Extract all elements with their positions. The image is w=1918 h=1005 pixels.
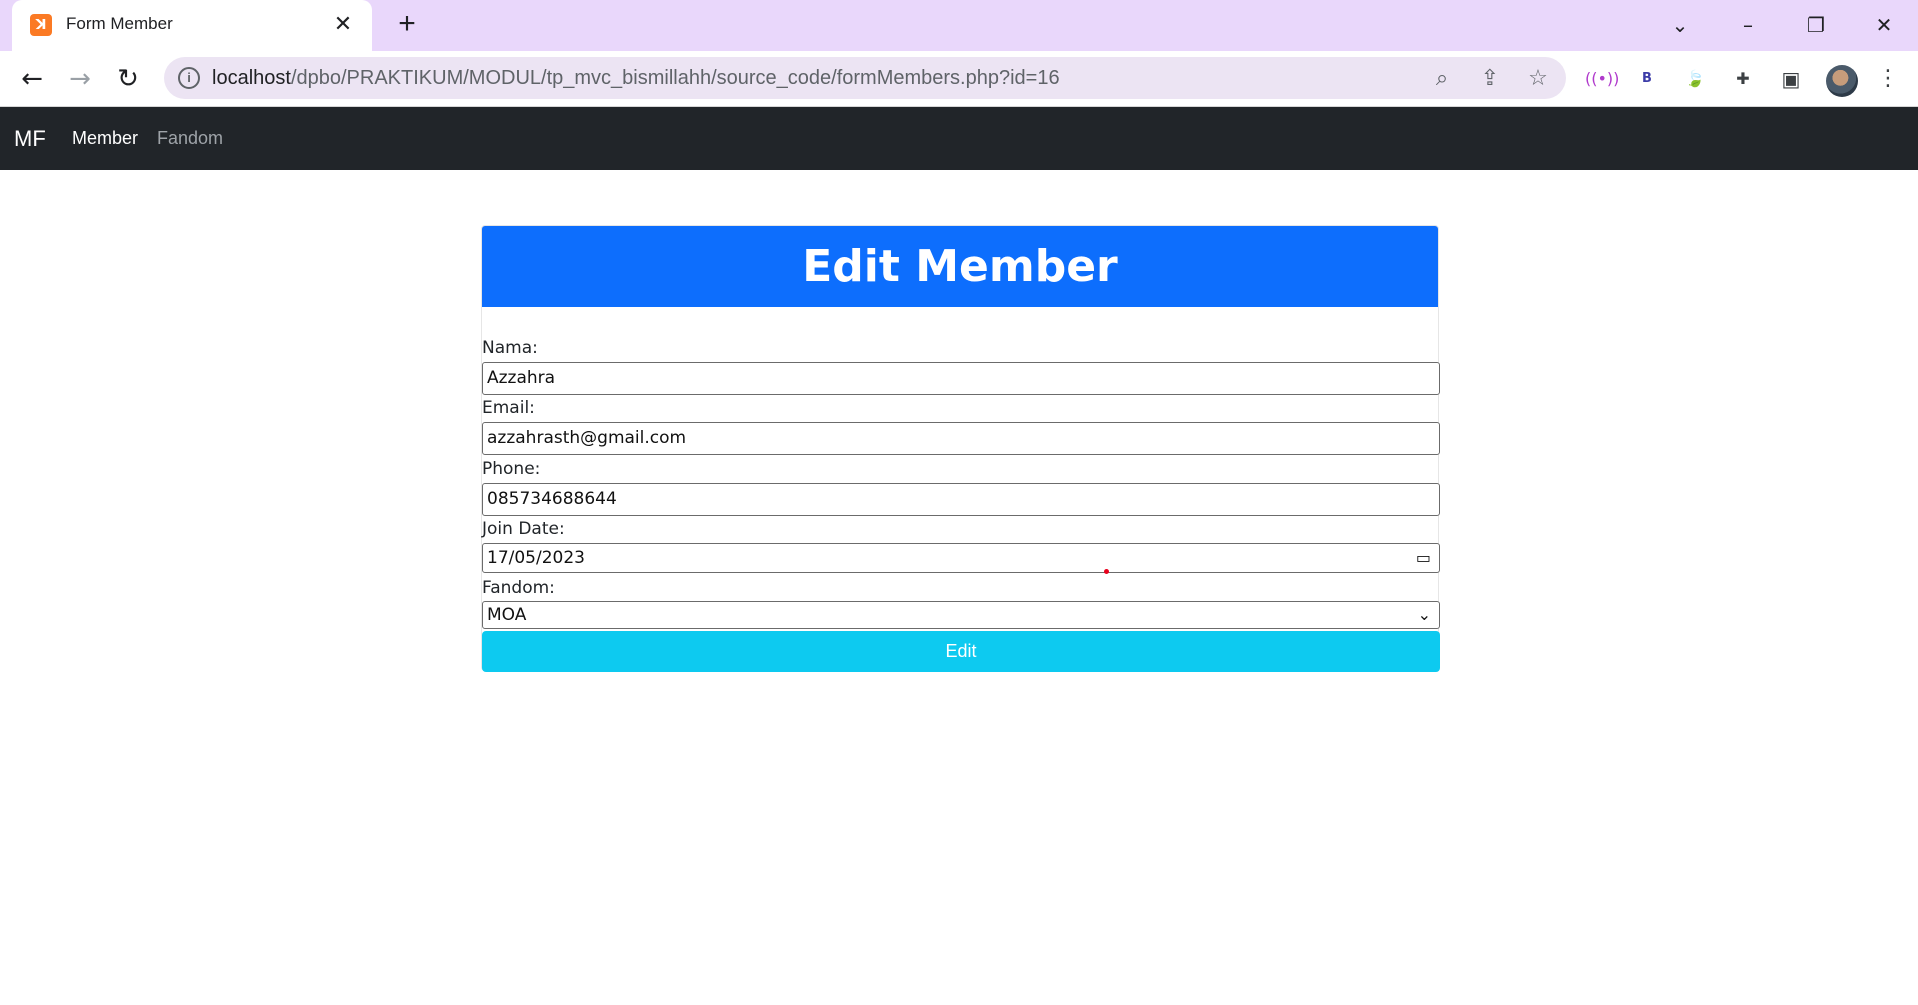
broadcast-icon[interactable]: ((•)) [1585, 65, 1619, 93]
tab-title: Form Member [66, 14, 173, 33]
fandom-label: Fandom: [482, 578, 555, 598]
email-label: Email: [482, 398, 535, 418]
sidepanel-icon[interactable]: ▣ [1777, 65, 1805, 93]
reload-icon[interactable]: ↻ [108, 59, 148, 99]
bookmark-star-icon[interactable]: ☆ [1524, 65, 1552, 93]
edit-member-card: Edit Member Nama: Azzahra Email: azzahra… [481, 225, 1440, 672]
nama-label: Nama: [482, 338, 538, 358]
url-host: localhost [212, 67, 291, 89]
b-extension-icon[interactable]: B [1633, 65, 1661, 93]
navbar-brand[interactable]: MF [14, 126, 46, 152]
join-date-input[interactable]: 17/05/2023 ▭ [482, 543, 1440, 573]
phone-input[interactable]: 085734688644 [482, 483, 1440, 516]
puzzle-icon[interactable]: ✚ [1729, 65, 1757, 93]
minimize-icon[interactable]: – [1726, 8, 1770, 42]
calendar-icon[interactable]: ▭ [1416, 544, 1431, 572]
tab-search-chevron-icon[interactable]: ⌄ [1658, 8, 1702, 42]
profile-avatar[interactable] [1826, 65, 1858, 97]
join-date-value: 17/05/2023 [487, 548, 585, 568]
new-tab-button[interactable]: + [390, 8, 424, 42]
app-navbar: MF Member Fandom [0, 107, 1918, 170]
zoom-icon[interactable]: ⌕ [1428, 65, 1456, 93]
close-window-icon[interactable]: ✕ [1862, 8, 1906, 42]
fandom-select[interactable]: MOA ⌄ [482, 601, 1440, 629]
back-arrow-icon[interactable]: ← [12, 59, 52, 99]
browser-tab-strip: ꓘ Form Member ✕ + ⌄ – ❐ ✕ [0, 0, 1918, 51]
email-input[interactable]: azzahrasth@gmail.com [482, 422, 1440, 455]
url-path: /dpbo/PRAKTIKUM/MODUL/tp_mvc_bismillahh/… [290, 67, 1060, 89]
phone-label: Phone: [482, 459, 541, 479]
restore-icon[interactable]: ❐ [1794, 8, 1838, 42]
url-text[interactable]: localhost/dpbo/PRAKTIKUM/MODUL/tp_mvc_bi… [212, 67, 1060, 90]
nav-link-fandom[interactable]: Fandom [157, 128, 223, 149]
site-info-icon[interactable]: i [178, 67, 200, 89]
nama-input[interactable]: Azzahra [482, 362, 1440, 395]
cursor-dot [1104, 569, 1109, 574]
leaf-extension-icon[interactable]: 🍃 [1681, 65, 1709, 93]
share-icon[interactable]: ⇪ [1476, 65, 1504, 93]
chevron-down-icon: ⌄ [1417, 605, 1431, 624]
xampp-favicon-icon: ꓘ [30, 14, 52, 36]
edit-button[interactable]: Edit [482, 631, 1440, 672]
browser-tab[interactable]: ꓘ Form Member ✕ [12, 0, 372, 51]
nav-link-member[interactable]: Member [72, 128, 138, 149]
fandom-selected-value: MOA [487, 605, 527, 625]
menu-kebab-icon[interactable]: ⋮ [1874, 65, 1902, 93]
browser-toolbar: ← → ↻ i localhost/dpbo/PRAKTIKUM/MODUL/t… [0, 51, 1918, 107]
forward-arrow-icon[interactable]: → [60, 59, 100, 99]
address-bar[interactable]: i localhost/dpbo/PRAKTIKUM/MODUL/tp_mvc_… [164, 57, 1566, 99]
join-date-label: Join Date: [482, 519, 565, 539]
card-title: Edit Member [482, 226, 1438, 307]
close-tab-icon[interactable]: ✕ [330, 11, 356, 37]
